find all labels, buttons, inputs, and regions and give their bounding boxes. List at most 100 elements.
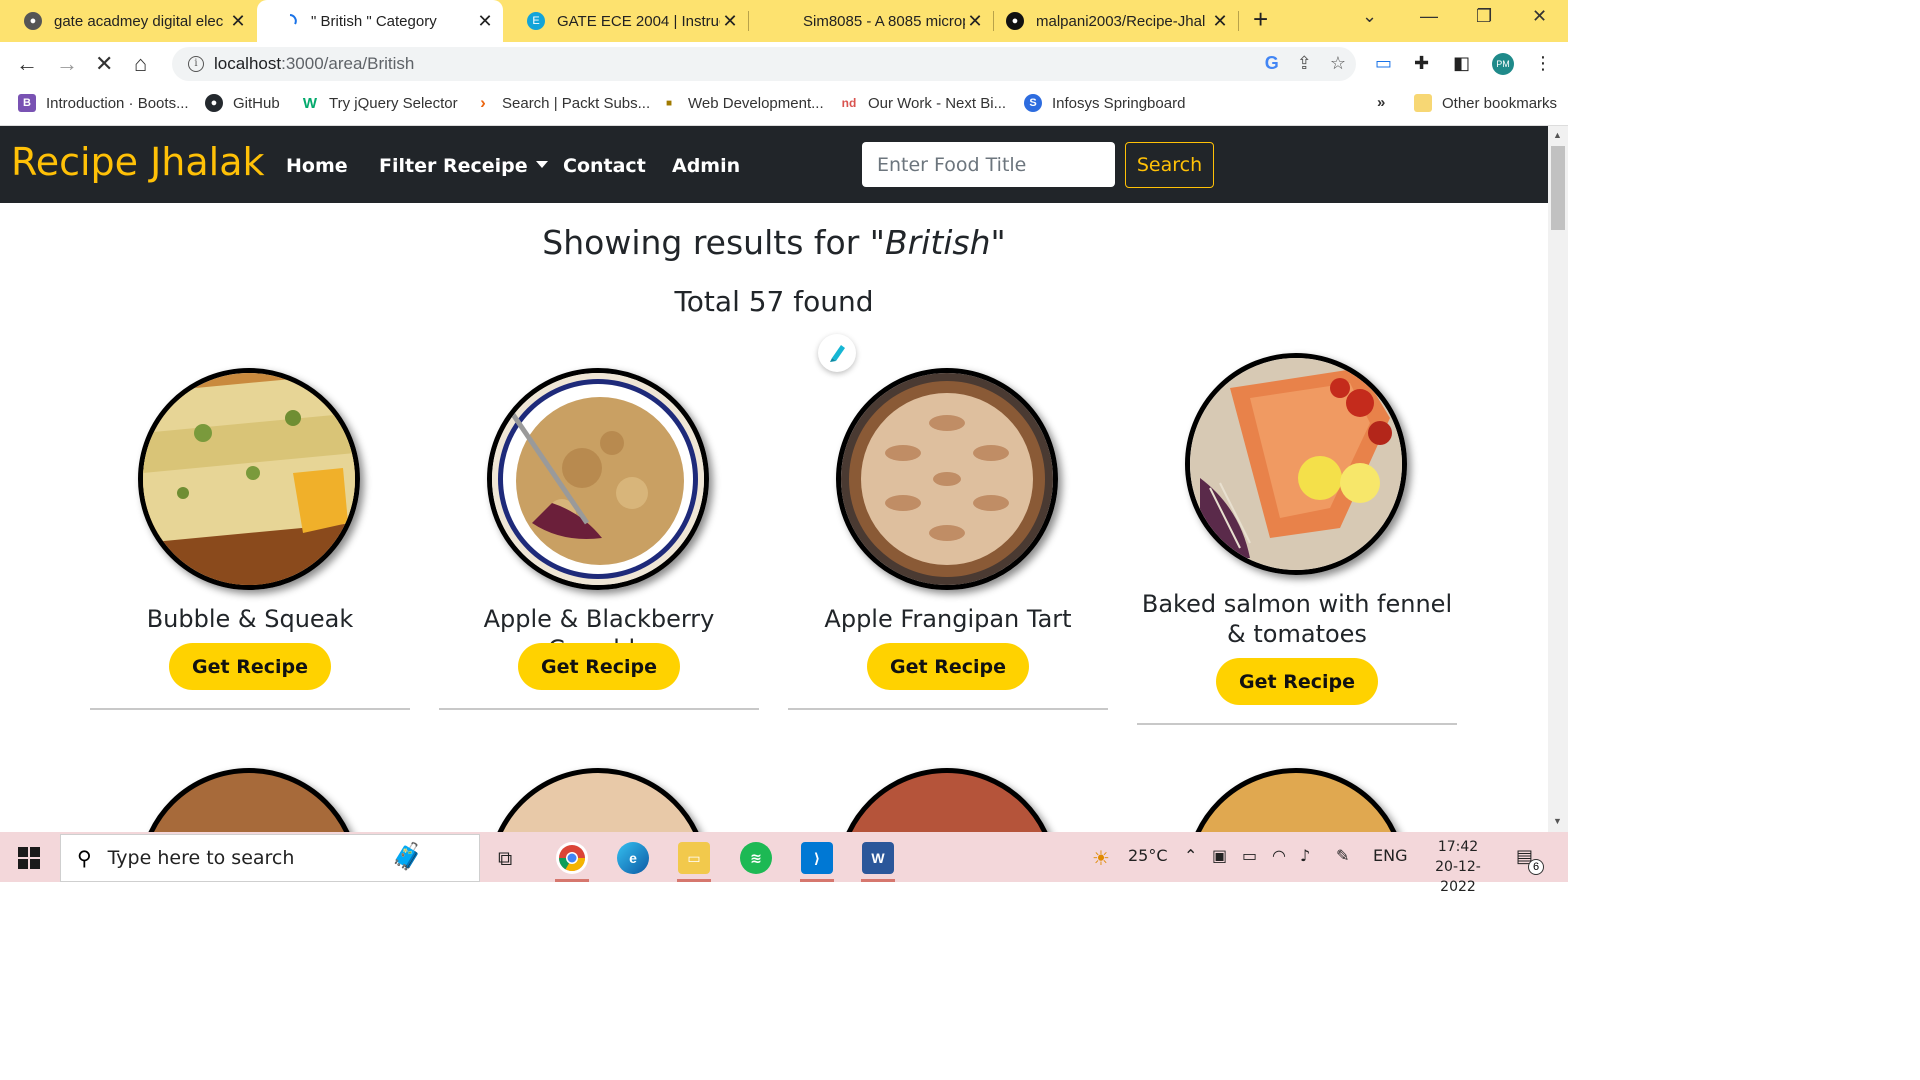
bookmark-star-icon[interactable]: ☆: [1330, 53, 1346, 74]
github-icon: ●: [1006, 12, 1024, 30]
forward-arrow-icon[interactable]: →: [56, 51, 78, 77]
address-bar[interactable]: i localhost:3000/area/British G ⇪ ☆: [172, 47, 1356, 81]
bookmark-label: Other bookmarks: [1442, 94, 1558, 112]
restore-icon[interactable]: ❐: [1476, 6, 1492, 27]
bookmark-springboard[interactable]: S Infosys Springboard: [1024, 94, 1185, 112]
meet-now-icon[interactable]: ▣: [1212, 846, 1227, 865]
recipe-photo-row2-1[interactable]: [138, 768, 360, 832]
url-text[interactable]: localhost:3000/area/British: [214, 54, 414, 74]
nav-home[interactable]: Home: [286, 155, 348, 177]
profile-avatar[interactable]: PM: [1492, 53, 1514, 75]
clock-date: 20-12-2022: [1435, 859, 1481, 895]
crumble-photo[interactable]: [487, 368, 709, 590]
minimize-icon[interactable]: —: [1420, 6, 1438, 27]
tab-search-chevron-icon[interactable]: ⌄: [1362, 6, 1377, 27]
windows-taskbar: ⚲ Type here to search 🧳 ⧉ e ▭ ≋ ⟩ W ☀ 25…: [0, 832, 1568, 895]
spotify-icon[interactable]: ≋: [740, 842, 772, 874]
word-icon[interactable]: W: [862, 842, 894, 874]
nav-admin[interactable]: Admin: [672, 155, 740, 177]
bookmark-label: GitHub: [233, 94, 280, 112]
bookmark-bootstrap[interactable]: B Introduction · Boots...: [18, 94, 189, 112]
nav-filter-dropdown[interactable]: Filter Receipe: [379, 155, 548, 177]
wifi-icon[interactable]: ◠: [1272, 846, 1286, 865]
get-recipe-button[interactable]: Get Recipe: [169, 643, 331, 690]
vscode-icon[interactable]: ⟩: [801, 842, 833, 874]
taskbar-search-box[interactable]: ⚲ Type here to search 🧳: [60, 834, 480, 882]
tab-gate-academy[interactable]: ● gate acadmey digital elec ✕: [0, 0, 256, 42]
pen-icon[interactable]: ✎: [1336, 846, 1349, 865]
close-tab-icon[interactable]: ✕: [720, 11, 740, 32]
tray-overflow-chevron-icon[interactable]: ⌃: [1184, 846, 1197, 865]
close-window-icon[interactable]: ✕: [1532, 6, 1547, 27]
battery-icon[interactable]: ▭: [1242, 846, 1257, 865]
scrollbar-thumb[interactable]: [1551, 146, 1565, 230]
edge-icon[interactable]: e: [617, 842, 649, 874]
food-search-input[interactable]: [862, 142, 1115, 187]
file-explorer-icon[interactable]: ▭: [678, 842, 710, 874]
recipe-photo-row2-2[interactable]: [487, 768, 709, 832]
bookmark-nextbi[interactable]: nd Our Work - Next Bi...: [840, 94, 1006, 112]
other-bookmarks[interactable]: Other bookmarks: [1414, 94, 1557, 112]
get-recipe-button[interactable]: Get Recipe: [1216, 658, 1378, 705]
page-scrollbar[interactable]: ▲ ▼: [1548, 126, 1568, 832]
menu-kebab-icon[interactable]: ⋮: [1534, 53, 1552, 74]
close-tab-icon[interactable]: ✕: [228, 11, 248, 32]
scroll-up-arrow-icon[interactable]: ▲: [1553, 130, 1562, 140]
chrome-icon[interactable]: [556, 842, 588, 874]
tab-title: " British " Category: [311, 12, 437, 30]
highlighter-pen-icon: [830, 345, 845, 362]
bookmark-label: Infosys Springboard: [1052, 94, 1186, 112]
notification-count-badge: 6: [1528, 859, 1544, 875]
weather-temperature[interactable]: 25°C: [1128, 846, 1168, 865]
site-info-icon[interactable]: i: [188, 56, 204, 72]
tab-gate-ece[interactable]: E GATE ECE 2004 | Instructio ✕: [503, 0, 748, 42]
get-recipe-button[interactable]: Get Recipe: [518, 643, 680, 690]
get-recipe-button[interactable]: Get Recipe: [867, 643, 1029, 690]
loading-spinner-icon: [281, 12, 299, 30]
active-app-indicator: [861, 879, 895, 882]
recipe-photo-row2-4[interactable]: [1185, 768, 1407, 832]
search-icon: ⚲: [77, 847, 92, 870]
side-panel-icon[interactable]: ◧: [1453, 53, 1470, 74]
input-language[interactable]: ENG: [1373, 846, 1407, 865]
cast-icon[interactable]: ▭: [1375, 53, 1392, 74]
active-app-indicator: [800, 879, 834, 882]
recipe-photo-row2-3[interactable]: [836, 768, 1058, 832]
system-clock[interactable]: 17:42 20-12-2022: [1418, 837, 1498, 897]
google-lens-icon[interactable]: G: [1265, 53, 1279, 74]
back-arrow-icon[interactable]: ←: [16, 51, 38, 77]
salmon-photo[interactable]: [1185, 353, 1407, 575]
home-icon[interactable]: ⌂: [134, 51, 147, 77]
bookmark-github[interactable]: ● GitHub: [205, 94, 280, 112]
bookmark-webdev[interactable]: ■ Web Development...: [660, 94, 824, 112]
tab-github-repo[interactable]: ● malpani2003/Recipe-Jhal ✕: [982, 0, 1238, 42]
close-tab-icon[interactable]: ✕: [475, 11, 495, 32]
github-icon: ●: [205, 94, 223, 112]
bookmark-jquery[interactable]: W Try jQuery Selector: [301, 94, 458, 112]
scroll-down-arrow-icon[interactable]: ▼: [1553, 816, 1562, 826]
tab-british-category[interactable]: " British " Category ✕: [257, 0, 503, 42]
active-app-indicator: [677, 879, 711, 882]
results-count: Total 57 found: [674, 285, 874, 318]
windows-start-icon[interactable]: [18, 847, 40, 869]
new-tab-button[interactable]: +: [1253, 4, 1268, 35]
search-button[interactable]: Search: [1125, 142, 1214, 188]
active-app-indicator: [555, 879, 589, 882]
bookmarks-overflow-button[interactable]: »: [1377, 94, 1385, 111]
extensions-puzzle-icon[interactable]: ✚: [1414, 53, 1429, 74]
weather-icon[interactable]: ☀: [1092, 846, 1110, 870]
close-tab-icon[interactable]: ✕: [1210, 11, 1230, 32]
task-view-icon[interactable]: ⧉: [498, 846, 512, 870]
volume-icon[interactable]: ♪: [1300, 846, 1310, 865]
share-icon[interactable]: ⇪: [1297, 53, 1312, 74]
stop-loading-icon[interactable]: ✕: [95, 51, 113, 77]
highlighter-extension-button[interactable]: [818, 334, 856, 372]
tart-photo[interactable]: [836, 368, 1058, 590]
tab-sim8085[interactable]: Sim8085 - A 8085 microp ✕: [749, 0, 993, 42]
tab-title: Sim8085 - A 8085 microp: [803, 12, 965, 30]
bootstrap-icon: B: [18, 94, 36, 112]
site-brand[interactable]: Recipe Jhalak: [11, 140, 265, 184]
nav-contact[interactable]: Contact: [563, 155, 646, 177]
bookmark-packt[interactable]: › Search | Packt Subs...: [474, 93, 650, 112]
bubble-squeak-photo[interactable]: [138, 368, 360, 590]
